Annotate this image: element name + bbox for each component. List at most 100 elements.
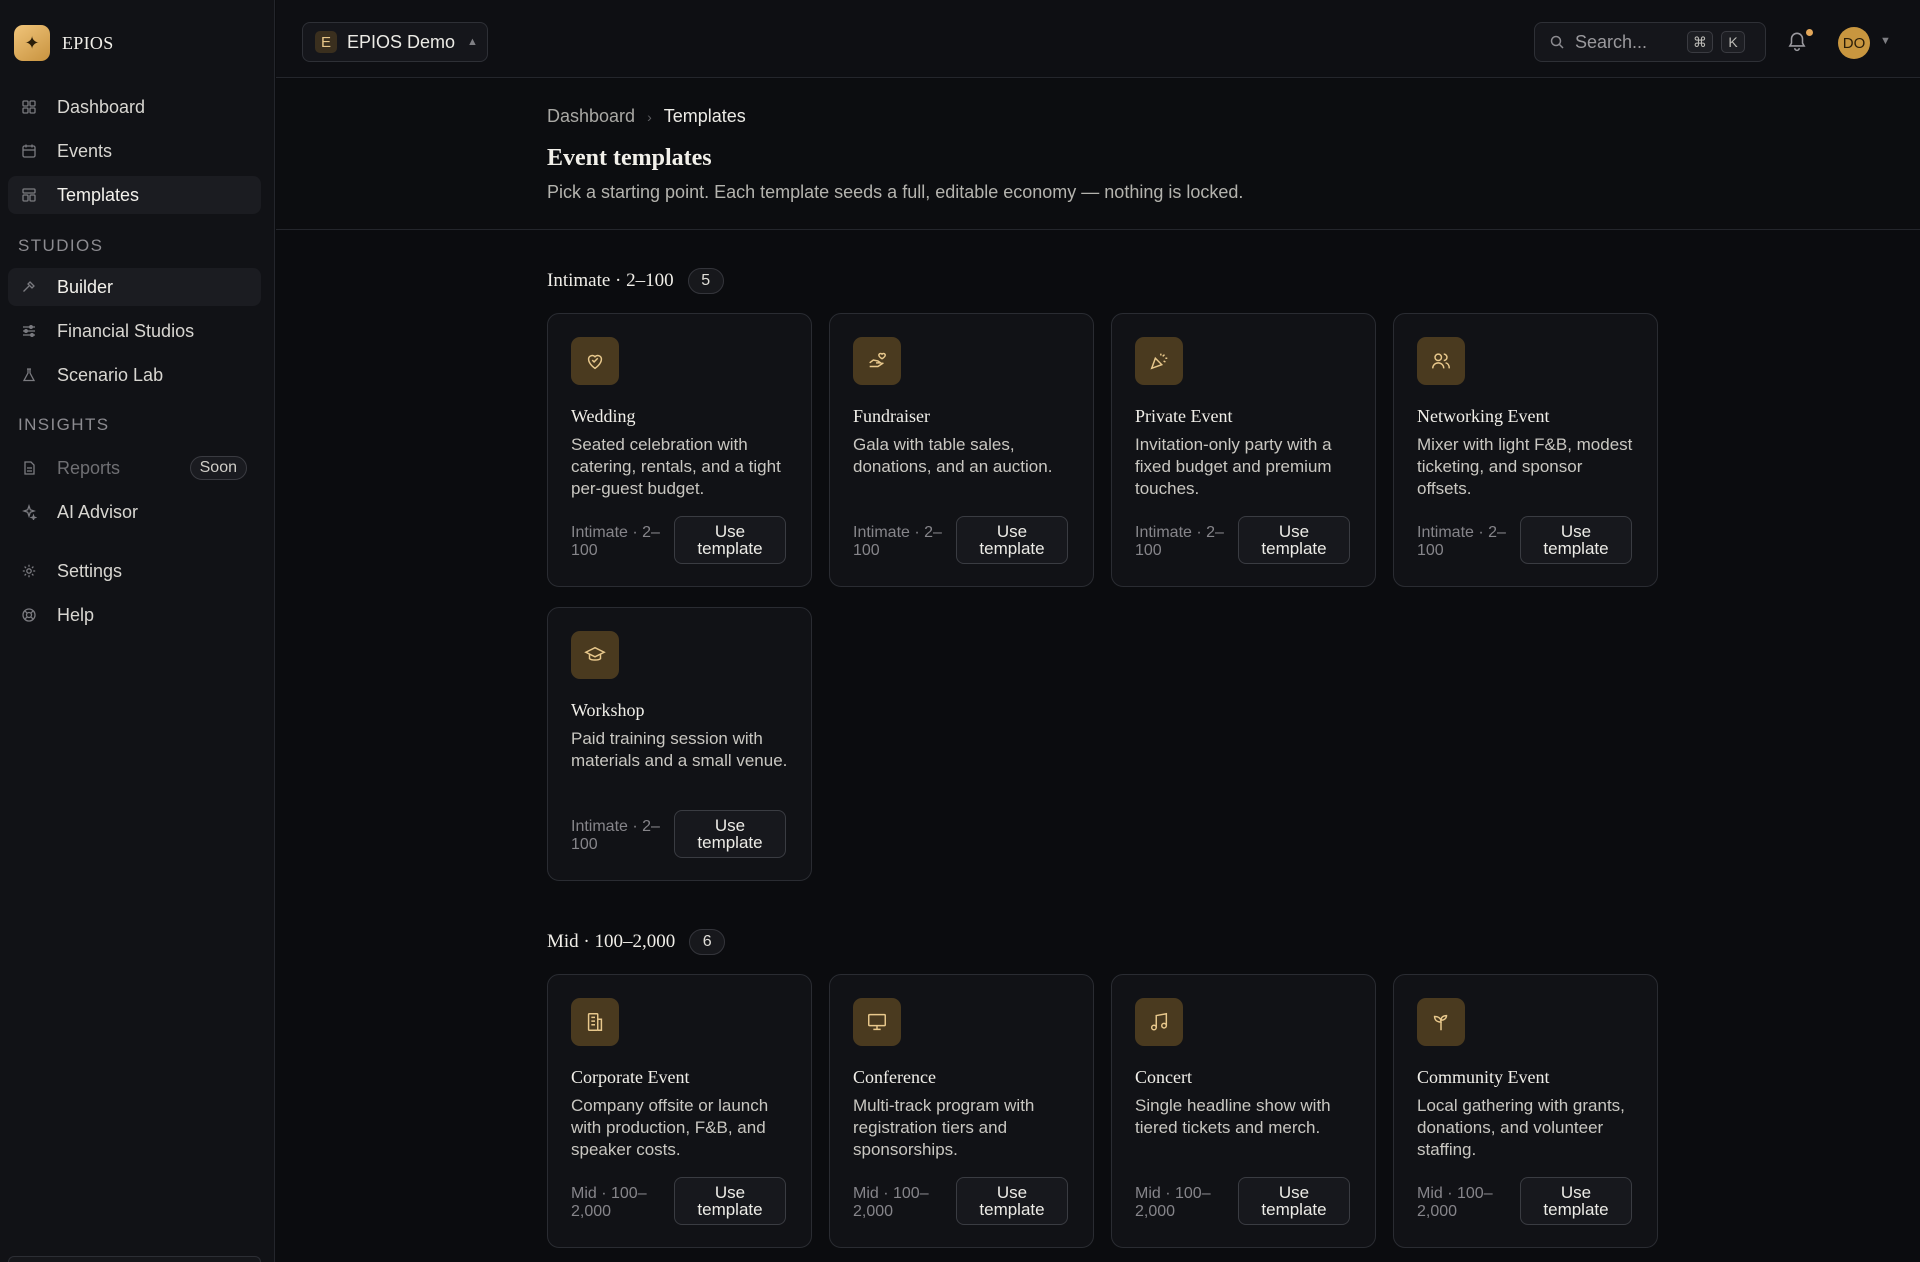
page-title: Event templates: [547, 145, 712, 171]
chevron-right-icon: ›: [647, 108, 652, 125]
sidebar-item-builder[interactable]: Builder: [8, 268, 261, 306]
use-template-button[interactable]: Use template: [1238, 516, 1350, 564]
breadcrumb-current: Templates: [663, 106, 746, 126]
template-card-networking-event[interactable]: Networking Event Mixer with light F&B, m…: [1393, 313, 1658, 587]
sidebar-item-label: Help: [57, 604, 95, 625]
template-card-wedding[interactable]: Wedding Seated celebration with catering…: [547, 313, 812, 587]
card-meta: Mid · 100–2,000: [571, 1185, 647, 1220]
soon-badge: Soon: [189, 456, 247, 480]
brand[interactable]: ✦ EPIOS: [14, 25, 114, 61]
template-card-workshop[interactable]: Workshop Paid training session with mate…: [547, 607, 812, 881]
group-count-badge: 5: [687, 268, 724, 294]
sidebar-item-dashboard[interactable]: Dashboard: [8, 88, 261, 126]
card-meta: Intimate · 2–100: [853, 524, 942, 559]
flask-icon: [20, 366, 38, 384]
sidebar-item-financial-studios[interactable]: Financial Studios: [8, 312, 261, 350]
card-title: Corporate Event: [571, 1067, 690, 1087]
card-description: Seated celebration with catering, rental…: [571, 435, 781, 498]
sidebar-item-reports: Reports Soon: [8, 449, 261, 487]
sidebar-item-ai-advisor[interactable]: AI Advisor: [8, 493, 261, 531]
sidebar-item-help[interactable]: Help: [8, 596, 261, 634]
search-placeholder: Search...: [1575, 31, 1648, 52]
card-description: Multi-track program with registration ti…: [853, 1096, 1035, 1159]
users-icon: [1417, 337, 1465, 385]
sidebar: ✦ EPIOS Dashboard Events Templates STUDI…: [0, 0, 275, 1262]
sidebar-item-templates[interactable]: Templates: [8, 176, 261, 214]
life-buoy-icon: [20, 606, 38, 624]
template-card-fundraiser[interactable]: Fundraiser Gala with table sales, donati…: [829, 313, 1094, 587]
card-description: Paid training session with materials and…: [571, 729, 788, 770]
group-count-badge: 6: [689, 929, 726, 955]
user-avatar[interactable]: DO: [1838, 27, 1870, 59]
heart-icon: [571, 337, 619, 385]
file-text-icon: [20, 459, 38, 477]
sidebar-item-settings[interactable]: Settings: [8, 552, 261, 590]
card-description: Company offsite or launch with productio…: [571, 1096, 769, 1159]
breadcrumb-dashboard[interactable]: Dashboard: [547, 106, 635, 127]
calendar-icon: [20, 142, 38, 160]
template-card-community-event[interactable]: Community Event Local gathering with gra…: [1393, 974, 1658, 1248]
workspace-switcher[interactable]: E EPIOS Demo ▲: [302, 22, 488, 62]
card-title: Networking Event: [1417, 406, 1550, 426]
template-card-conference[interactable]: Conference Multi-track program with regi…: [829, 974, 1094, 1248]
kbd-command: ⌘: [1687, 31, 1713, 53]
card-meta: Mid · 100–2,000: [853, 1185, 929, 1220]
use-template-button[interactable]: Use template: [956, 1177, 1068, 1225]
card-meta: Intimate · 2–100: [571, 524, 660, 559]
card-title: Wedding: [571, 406, 636, 426]
sidebar-account-bar[interactable]: [8, 1256, 261, 1262]
sidebar-item-scenario-lab[interactable]: Scenario Lab: [8, 356, 261, 394]
studios-nav: Builder Financial Studios Scenario Lab: [8, 268, 261, 400]
sidebar-item-label: Dashboard: [57, 96, 146, 117]
card-description: Single headline show with tiered tickets…: [1135, 1096, 1331, 1137]
section-label-insights: INSIGHTS: [18, 415, 110, 434]
hand-heart-icon: [853, 337, 901, 385]
page-subtitle: Pick a starting point. Each template see…: [547, 182, 1244, 202]
kbd-k: K: [1721, 31, 1745, 53]
page-header: Dashboard › Templates Event templates Pi…: [276, 79, 1920, 230]
card-description: Mixer with light F&B, modest ticketing, …: [1417, 435, 1633, 498]
use-template-button[interactable]: Use template: [1520, 516, 1632, 564]
group-header-mid: Mid · 100–2,000 6: [547, 929, 726, 955]
sidebar-item-label: Settings: [57, 560, 123, 581]
card-title: Workshop: [571, 700, 645, 720]
card-meta: Intimate · 2–100: [1135, 524, 1224, 559]
search-box[interactable]: Search... ⌘ K: [1534, 22, 1766, 62]
sliders-icon: [20, 322, 38, 340]
sidebar-item-label: Reports: [57, 457, 121, 478]
use-template-button[interactable]: Use template: [1238, 1177, 1350, 1225]
group-title: Intimate · 2–100: [547, 270, 674, 291]
sidebar-item-label: AI Advisor: [57, 501, 139, 522]
card-title: Fundraiser: [853, 406, 930, 426]
insights-nav: Reports Soon AI Advisor: [8, 449, 261, 537]
bell-icon[interactable]: [1786, 30, 1808, 52]
group-title: Mid · 100–2,000: [547, 931, 676, 952]
use-template-button[interactable]: Use template: [674, 810, 786, 858]
sidebar-item-label: Templates: [57, 184, 140, 205]
dashboard-icon: [20, 98, 38, 116]
card-description: Invitation-only party with a fixed budge…: [1135, 435, 1332, 498]
template-card-corporate-event[interactable]: Corporate Event Company offsite or launc…: [547, 974, 812, 1248]
presentation-icon: [853, 998, 901, 1046]
sidebar-item-label: Financial Studios: [57, 320, 195, 341]
chevron-down-icon[interactable]: ▼: [1880, 35, 1891, 47]
card-meta: Mid · 100–2,000: [1417, 1185, 1493, 1220]
use-template-button[interactable]: Use template: [674, 1177, 786, 1225]
section-label-studios: STUDIOS: [18, 236, 104, 255]
use-template-button[interactable]: Use template: [674, 516, 786, 564]
search-icon: [1550, 35, 1564, 49]
brand-logo-icon: ✦: [14, 25, 50, 61]
template-card-concert[interactable]: Concert Single headline show with tiered…: [1111, 974, 1376, 1248]
sidebar-item-events[interactable]: Events: [8, 132, 261, 170]
card-meta: Intimate · 2–100: [571, 818, 660, 853]
sidebar-item-label: Events: [57, 140, 113, 161]
card-meta: Intimate · 2–100: [1417, 524, 1506, 559]
notification-dot: [1806, 29, 1813, 36]
card-title: Concert: [1135, 1067, 1192, 1087]
main-nav: Dashboard Events Templates: [8, 88, 261, 220]
brand-name: EPIOS: [62, 32, 114, 53]
template-card-private-event[interactable]: Private Event Invitation-only party with…: [1111, 313, 1376, 587]
chevrons-up-down-icon: ▲: [467, 36, 478, 48]
use-template-button[interactable]: Use template: [1520, 1177, 1632, 1225]
use-template-button[interactable]: Use template: [956, 516, 1068, 564]
